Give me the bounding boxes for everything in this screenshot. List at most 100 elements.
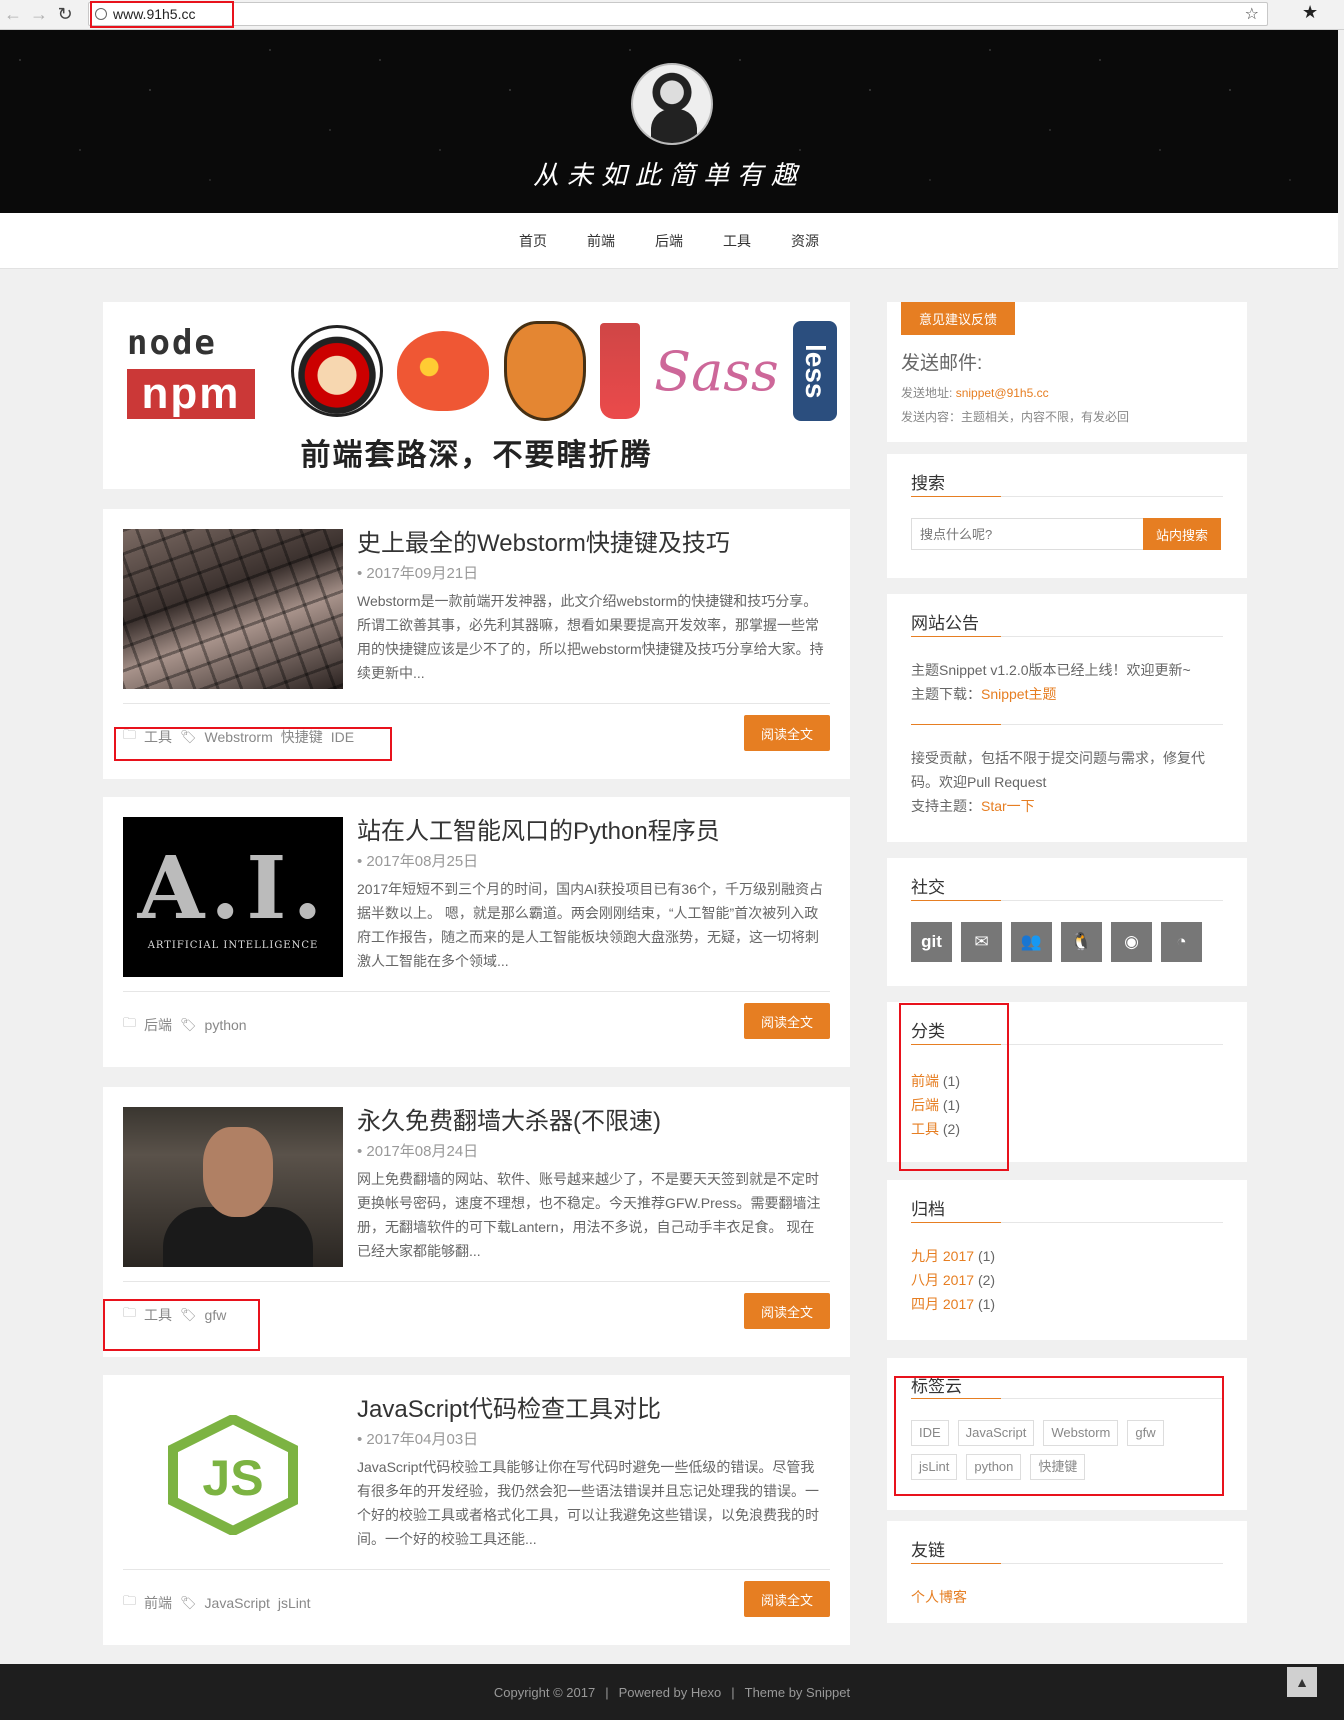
search-button[interactable]: 站内搜索 xyxy=(1143,518,1221,550)
archive-link[interactable]: 八月 2017 xyxy=(911,1272,974,1288)
category-link[interactable]: 后端 xyxy=(911,1097,939,1113)
group-icon[interactable]: 👥 xyxy=(1011,922,1052,962)
widget-rule xyxy=(911,636,1223,637)
read-more-button[interactable]: 阅读全文 xyxy=(744,1003,830,1039)
post-tag[interactable]: IDE xyxy=(331,729,354,745)
search-input[interactable] xyxy=(911,518,1143,550)
post-category[interactable]: 工具 xyxy=(144,727,172,747)
star-link[interactable]: Star一下 xyxy=(981,798,1035,814)
forward-icon[interactable]: → xyxy=(26,2,52,28)
post-tag[interactable]: 快捷键 xyxy=(281,727,323,747)
divider xyxy=(123,991,830,992)
post-tag[interactable]: Webstrorm xyxy=(205,729,273,745)
category-count: (2) xyxy=(942,1121,961,1137)
site-header: 从未如此简单有趣 xyxy=(0,30,1338,213)
rss-icon[interactable]: ◔ xyxy=(1161,922,1202,962)
post-tag[interactable]: gfw xyxy=(205,1307,227,1323)
banner-card[interactable]: node npm Sass less 前端套路深，不要瞎折腾 xyxy=(103,302,850,489)
nav-item-resources[interactable]: 资源 xyxy=(771,231,839,251)
widget-title: 网站公告 xyxy=(911,614,979,633)
category-item: 前端 (1) xyxy=(911,1071,960,1091)
post-tag[interactable]: JavaScript xyxy=(205,1595,270,1611)
reload-icon[interactable]: ↻ xyxy=(52,2,78,28)
post-tag[interactable]: python xyxy=(205,1017,247,1033)
friend-link[interactable]: 个人博客 xyxy=(911,1589,967,1605)
back-to-top-icon[interactable]: ▲ xyxy=(1287,1667,1317,1697)
category-link[interactable]: 工具 xyxy=(911,1121,939,1137)
social-widget: 社交 git ✉ 👥 🐧 ◉ ◔ xyxy=(887,858,1247,986)
post-title[interactable]: 永久免费翻墙大杀器(不限速) xyxy=(357,1101,661,1136)
tag-icon: 🏷 xyxy=(180,1017,197,1032)
bookmark-star-icon[interactable]: ☆ xyxy=(1245,4,1259,24)
nav-item-backend[interactable]: 后端 xyxy=(635,231,703,251)
read-more-button[interactable]: 阅读全文 xyxy=(744,1581,830,1617)
read-more-button[interactable]: 阅读全文 xyxy=(744,1293,830,1329)
back-icon[interactable]: ← xyxy=(0,2,26,28)
category-item: 后端 (1) xyxy=(911,1095,960,1115)
post-title[interactable]: 史上最全的Webstorm快捷键及技巧 xyxy=(357,523,730,558)
feedback-email-link[interactable]: snippet@91h5.cc xyxy=(956,386,1049,400)
nav-item-home[interactable]: 首页 xyxy=(499,231,567,251)
notice-download-line: 主题下载：Snippet主题 xyxy=(911,684,1056,704)
qq-icon[interactable]: 🐧 xyxy=(1061,922,1102,962)
git-icon[interactable]: git xyxy=(911,922,952,962)
widget-title: 标签云 xyxy=(911,1377,962,1396)
nodejs-logo-icon: JS xyxy=(168,1415,298,1535)
divider xyxy=(123,703,830,704)
category-link[interactable]: 前端 xyxy=(911,1073,939,1089)
footer-separator: | xyxy=(605,1684,609,1700)
tag-chip[interactable]: 快捷键 xyxy=(1030,1454,1086,1480)
theme-download-link[interactable]: Snippet主题 xyxy=(981,686,1056,702)
post-date: • 2017年08月24日 xyxy=(357,1143,479,1160)
weibo-icon[interactable]: ◉ xyxy=(1111,922,1152,962)
grunt-logo xyxy=(503,321,586,421)
less-logo: less xyxy=(792,321,837,421)
footer-theme-link[interactable]: Theme by Snippet xyxy=(745,1685,851,1700)
post-thumbnail[interactable] xyxy=(123,529,343,689)
widget-title: 搜索 xyxy=(911,474,945,493)
tag-chip[interactable]: IDE xyxy=(911,1420,949,1446)
post-thumbnail[interactable] xyxy=(123,1107,343,1267)
post-excerpt: 网上免费翻墙的网站、软件、账号越来越少了，不是要天天签到就是不定时更换帐号密码，… xyxy=(357,1171,821,1259)
tag-chip[interactable]: python xyxy=(966,1454,1022,1480)
archive-link[interactable]: 四月 2017 xyxy=(911,1296,974,1312)
extension-icon[interactable]: ★ xyxy=(1302,2,1318,23)
post-thumbnail[interactable]: JS xyxy=(123,1395,343,1555)
address-bar[interactable]: www.91h5.cc ☆ xyxy=(88,2,1268,26)
post-category[interactable]: 前端 xyxy=(144,1593,172,1613)
mail-icon[interactable]: ✉ xyxy=(961,922,1002,962)
archive-item: 九月 2017 (1) xyxy=(911,1246,995,1266)
bower-logo xyxy=(397,331,490,411)
post-thumbnail[interactable]: A.I. ARTIFICIAL INTELLIGENCE xyxy=(123,817,343,977)
tag-chip[interactable]: jsLint xyxy=(911,1454,958,1480)
notice-line: 主题Snippet v1.2.0版本已经上线！欢迎更新~ xyxy=(911,662,1191,678)
widget-rule xyxy=(911,1044,1223,1045)
post-tag[interactable]: jsLint xyxy=(278,1595,311,1611)
links-widget: 友链 个人博客 xyxy=(887,1521,1247,1623)
tag-chip[interactable]: gfw xyxy=(1127,1420,1164,1446)
thumbnail-ai-caption: ARTIFICIAL INTELLIGENCE xyxy=(147,939,319,951)
avatar[interactable] xyxy=(631,63,713,145)
read-more-button[interactable]: 阅读全文 xyxy=(744,715,830,751)
nav-item-tools[interactable]: 工具 xyxy=(703,231,771,251)
nav-item-frontend[interactable]: 前端 xyxy=(567,231,635,251)
post-card: A.I. ARTIFICIAL INTELLIGENCE 站在人工智能风口的Py… xyxy=(103,797,850,1067)
info-icon[interactable] xyxy=(95,8,107,20)
tag-chip[interactable]: Webstorm xyxy=(1043,1420,1119,1446)
tag-chip[interactable]: JavaScript xyxy=(957,1420,1035,1446)
post-title[interactable]: 站在人工智能风口的Python程序员 xyxy=(357,811,720,846)
notice-star-line: 支持主题：Star一下 xyxy=(911,796,1035,816)
post-category[interactable]: 后端 xyxy=(144,1015,172,1035)
feedback-content-line: 发送内容：主题相关，内容不限，有发必回 xyxy=(901,410,1130,424)
post-date: • 2017年08月25日 xyxy=(357,853,479,870)
footer-hexo-link[interactable]: Powered by Hexo xyxy=(619,1685,722,1700)
folder-icon: 🗀 xyxy=(123,1015,137,1030)
archive-link[interactable]: 九月 2017 xyxy=(911,1248,974,1264)
folder-icon: 🗀 xyxy=(123,1305,137,1320)
post-category[interactable]: 工具 xyxy=(144,1305,172,1325)
notice-download-label: 主题下载： xyxy=(911,686,981,702)
feedback-tag[interactable]: 意见建议反馈 xyxy=(901,302,1015,335)
folder-icon: 🗀 xyxy=(123,1593,137,1608)
feedback-address-line: 发送地址: snippet@91h5.cc xyxy=(901,384,1049,401)
post-title[interactable]: JavaScript代码检查工具对比 xyxy=(357,1389,661,1424)
